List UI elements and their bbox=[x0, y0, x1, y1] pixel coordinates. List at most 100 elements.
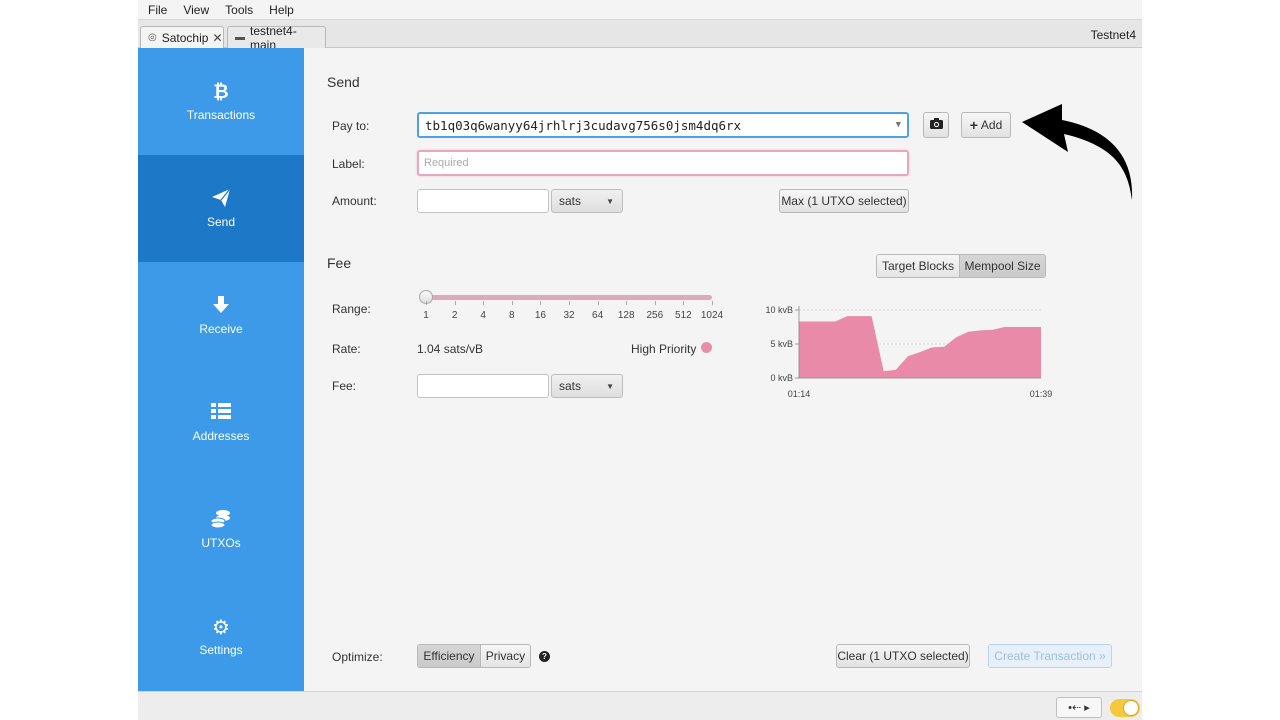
add-recipient-button[interactable]: + Add bbox=[961, 112, 1011, 138]
close-icon[interactable]: ✕ bbox=[212, 31, 222, 45]
pay-to-field[interactable]: tb1q03q6wanyy64jrhlrj3cudavg756s0jsm4dq6… bbox=[417, 112, 909, 138]
menu-view[interactable]: View bbox=[183, 3, 209, 17]
scan-qr-button[interactable] bbox=[923, 112, 949, 138]
slider-tick-label: 128 bbox=[617, 310, 635, 321]
slider-tick bbox=[626, 301, 628, 305]
optimize-label: Optimize: bbox=[332, 650, 383, 664]
slider-tick bbox=[654, 301, 656, 305]
slider-tick-label: 512 bbox=[675, 310, 692, 321]
slider-tick-label: 64 bbox=[592, 310, 604, 321]
slider-tick bbox=[597, 301, 599, 305]
arrow-down-icon bbox=[212, 295, 230, 319]
slider-tick bbox=[426, 301, 427, 305]
slider-tick-label: 4 bbox=[480, 310, 486, 321]
slider-tick-label: 1 bbox=[423, 310, 429, 321]
tab-bar: ◎ Satochip ✕ ▬ testnet4-main Testnet4 bbox=[138, 20, 1142, 52]
slider-tick-label: 256 bbox=[646, 310, 664, 321]
slider-tick-label: 16 bbox=[534, 310, 546, 321]
slider-tick-label: 1024 bbox=[700, 310, 724, 321]
label-label: Label: bbox=[332, 157, 365, 171]
mempool-size-chart: 0 kvB 5 kvB 10 kvB 01:14 01:39 bbox=[765, 305, 1052, 399]
fee-title: Fee bbox=[327, 255, 352, 271]
sidebar-item-transactions[interactable]: ₿ Transactions bbox=[138, 48, 304, 155]
slider-tick bbox=[683, 301, 685, 305]
sidebar-item-label: UTXOs bbox=[201, 536, 241, 550]
create-transaction-button[interactable]: Create Transaction » bbox=[988, 644, 1112, 668]
app-window: File View Tools Help ◎ Satochip ✕ ▬ test… bbox=[138, 0, 1142, 720]
plus-icon: + bbox=[969, 117, 978, 133]
globe-icon: ◎ bbox=[148, 32, 157, 43]
list-icon bbox=[211, 402, 231, 426]
sidebar-item-settings[interactable]: ⚙ Settings bbox=[138, 583, 304, 690]
sidebar-item-label: Send bbox=[206, 215, 236, 229]
chevron-down-icon[interactable]: ▼ bbox=[896, 120, 901, 130]
mempool-size-button[interactable]: Mempool Size bbox=[959, 255, 1045, 277]
fee-unit-select[interactable]: sats ▼ bbox=[551, 374, 623, 398]
pay-to-label: Pay to: bbox=[332, 119, 370, 133]
pay-to-value: tb1q03q6wanyy64jrhlrj3cudavg756s0jsm4dq6… bbox=[425, 117, 742, 133]
clear-button[interactable]: Clear (1 UTXO selected) bbox=[836, 644, 970, 668]
toggle-knob bbox=[1123, 700, 1139, 716]
fee-field[interactable] bbox=[417, 374, 549, 398]
chart-ytick-label: 10 kvB bbox=[765, 305, 793, 315]
sidebar-item-utxos[interactable]: UTXOs bbox=[138, 476, 304, 583]
label-placeholder: Required bbox=[424, 157, 469, 169]
wallet-icon: ▬ bbox=[235, 32, 245, 43]
sidebar-item-label: Settings bbox=[199, 643, 243, 657]
gear-icon: ⚙ bbox=[212, 617, 230, 639]
chart-ytick-label: 5 kvB bbox=[770, 339, 793, 349]
efficiency-button[interactable]: Efficiency bbox=[418, 645, 480, 667]
camera-icon bbox=[929, 118, 943, 132]
sidebar-item-addresses[interactable]: Addresses bbox=[138, 369, 304, 476]
range-label: Range: bbox=[332, 302, 371, 316]
send-title: Send bbox=[327, 74, 360, 90]
target-blocks-button[interactable]: Target Blocks bbox=[877, 255, 960, 277]
menu-bar: File View Tools Help bbox=[138, 0, 1142, 20]
slider-tick bbox=[511, 301, 513, 305]
slider-tick bbox=[712, 301, 713, 305]
sidebar-item-label: Addresses bbox=[192, 429, 250, 443]
usb-device-button[interactable]: •⇠ ▸ bbox=[1056, 697, 1102, 718]
sidebar-item-send[interactable]: Send bbox=[138, 155, 304, 262]
sidebar-item-label: Transactions bbox=[186, 108, 256, 122]
help-icon[interactable]: ? bbox=[539, 651, 550, 662]
slider-tick-label: 2 bbox=[451, 310, 458, 321]
amount-field[interactable] bbox=[417, 189, 549, 213]
chevron-down-icon: ▼ bbox=[606, 382, 614, 391]
max-button[interactable]: Max (1 UTXO selected) bbox=[779, 189, 909, 213]
fee-unit-value: sats bbox=[559, 379, 582, 393]
usb-icon: •⇠ ▸ bbox=[1068, 702, 1090, 714]
slider-tick bbox=[454, 301, 456, 305]
chart-ytick-label: 0 kvB bbox=[770, 373, 793, 383]
paper-plane-icon bbox=[211, 188, 231, 212]
label-field[interactable]: Required bbox=[417, 150, 909, 176]
menu-file[interactable]: File bbox=[148, 3, 167, 17]
fee-mode-toggle: Target Blocks Mempool Size bbox=[876, 254, 1046, 278]
fee-range-slider[interactable] bbox=[426, 295, 712, 300]
rate-value: 1.04 sats/vB bbox=[417, 342, 484, 356]
menu-help[interactable]: Help bbox=[269, 3, 294, 17]
priority-indicator bbox=[701, 342, 712, 353]
fee-label: Fee: bbox=[332, 379, 357, 393]
slider-tick bbox=[483, 301, 485, 305]
menu-tools[interactable]: Tools bbox=[225, 3, 253, 17]
optimize-toggle: Efficiency Privacy bbox=[417, 644, 531, 668]
add-button-label: Add bbox=[980, 118, 1003, 132]
tab-testnet4-main[interactable]: ▬ testnet4-main bbox=[227, 24, 326, 52]
amount-unit-select[interactable]: sats ▼ bbox=[551, 189, 623, 213]
chart-xtick-label: 01:14 bbox=[788, 389, 811, 399]
amount-unit-value: sats bbox=[559, 194, 582, 208]
connection-toggle[interactable] bbox=[1110, 699, 1140, 717]
coins-icon bbox=[210, 509, 232, 533]
chart-area-series bbox=[799, 316, 1041, 378]
tab-satochip[interactable]: ◎ Satochip ✕ bbox=[140, 26, 224, 48]
chevron-down-icon: ▼ bbox=[606, 197, 614, 206]
slider-tick-label: 8 bbox=[509, 310, 515, 321]
slider-tick bbox=[569, 301, 570, 305]
privacy-button[interactable]: Privacy bbox=[479, 645, 530, 667]
slider-tick-label: 32 bbox=[563, 310, 575, 321]
sidebar-item-receive[interactable]: Receive bbox=[138, 262, 304, 369]
tab-label: Satochip bbox=[161, 30, 209, 45]
curved-arrow-annotation bbox=[1022, 104, 1133, 200]
network-label: Testnet4 bbox=[1090, 28, 1136, 42]
